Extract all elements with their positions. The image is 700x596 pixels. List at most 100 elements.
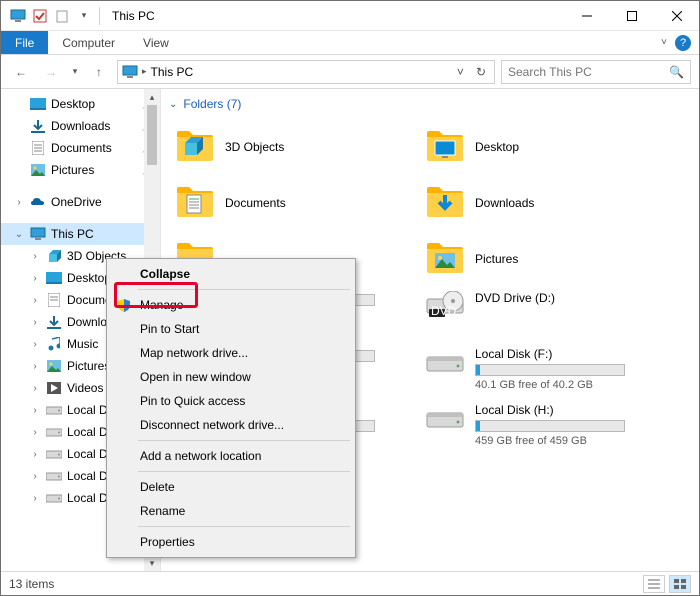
nav-onedrive[interactable]: › OneDrive: [1, 191, 160, 213]
help-icon[interactable]: ?: [675, 35, 691, 51]
menu-item[interactable]: Manage: [110, 293, 352, 317]
item-icon: [45, 249, 63, 263]
chevron-down-icon[interactable]: ⌄: [13, 229, 25, 240]
address-bar: ← → ▾ ↑ ▸ This PC ˅ ↻ 🔍: [1, 55, 699, 89]
drive-usage-bar: [475, 364, 625, 376]
onedrive-icon: [29, 197, 47, 208]
menu-item[interactable]: Pin to Start: [110, 317, 352, 341]
chevron-right-icon[interactable]: ›: [29, 449, 41, 460]
menu-item[interactable]: Collapse: [110, 262, 352, 286]
menu-item[interactable]: Properties: [110, 530, 352, 554]
minimize-button[interactable]: [564, 1, 609, 31]
pictures-icon: [29, 164, 47, 176]
chevron-right-icon[interactable]: ›: [29, 471, 41, 482]
scroll-thumb[interactable]: [147, 105, 157, 165]
close-button[interactable]: [654, 1, 699, 31]
folder-tile[interactable]: 3D Objects: [169, 119, 419, 175]
folder-tile[interactable]: Documents: [169, 175, 419, 231]
chevron-right-icon[interactable]: ›: [29, 295, 41, 306]
folder-tile[interactable]: Pictures: [419, 231, 669, 287]
desktop-icon: [29, 98, 47, 110]
folder-icon: [425, 183, 465, 223]
qat-newfolder-icon[interactable]: [53, 7, 71, 25]
nav-quick-desktop[interactable]: Desktop📌: [1, 93, 160, 115]
menu-item[interactable]: Pin to Quick access: [110, 389, 352, 413]
item-icon: [45, 471, 63, 481]
folder-icon: [175, 127, 215, 167]
nav-quick-downloads[interactable]: Downloads📌: [1, 115, 160, 137]
pc-icon: [122, 65, 138, 79]
forward-button[interactable]: →: [39, 60, 63, 84]
downloads-icon: [29, 119, 47, 133]
item-icon: [45, 493, 63, 503]
menu-item[interactable]: Open in new window: [110, 365, 352, 389]
drive-tile[interactable]: Local Disk (H:)459 GB free of 459 GB: [419, 399, 669, 455]
pc-icon: [29, 227, 47, 241]
chevron-right-icon[interactable]: ›: [29, 317, 41, 328]
refresh-button[interactable]: ↻: [472, 65, 490, 79]
menu-separator: [138, 289, 350, 290]
drive-tile[interactable]: Local Disk (F:)40.1 GB free of 40.2 GB: [419, 343, 669, 399]
shield-icon: [116, 297, 132, 313]
item-icon: [45, 293, 63, 307]
chevron-right-icon[interactable]: ›: [29, 273, 41, 284]
nav-quick-documents[interactable]: Documents📌: [1, 137, 160, 159]
status-bar: 13 items: [1, 571, 699, 595]
chevron-right-icon[interactable]: ›: [29, 405, 41, 416]
ribbon: File Computer View ˅ ?: [1, 31, 699, 55]
chevron-right-icon[interactable]: ›: [29, 383, 41, 394]
item-icon: [45, 337, 63, 351]
qat-dropdown-icon[interactable]: ▾: [75, 7, 93, 25]
search-box[interactable]: 🔍: [501, 60, 691, 84]
recent-dropdown-icon[interactable]: ▾: [69, 60, 81, 84]
menu-item[interactable]: Delete: [110, 475, 352, 499]
chevron-down-icon: ⌄: [169, 99, 177, 110]
folder-tile[interactable]: Downloads: [419, 175, 669, 231]
folders-group-header[interactable]: ⌄ Folders (7): [169, 97, 699, 111]
menu-item[interactable]: Add a network location: [110, 444, 352, 468]
drive-tile[interactable]: DVDDVD Drive (D:): [419, 287, 669, 343]
view-details-button[interactable]: [643, 575, 665, 593]
drive-icon: DVD: [425, 291, 465, 321]
menu-separator: [138, 440, 350, 441]
file-tab[interactable]: File: [1, 31, 48, 54]
title-bar: ▾ This PC: [1, 1, 699, 31]
nav-thispc[interactable]: ⌄ This PC: [1, 223, 160, 245]
drive-icon: [425, 347, 465, 377]
item-icon: [45, 272, 63, 284]
menu-separator: [138, 471, 350, 472]
pc-icon: [9, 7, 27, 25]
drive-icon: [425, 403, 465, 433]
folder-icon: [425, 127, 465, 167]
tab-computer[interactable]: Computer: [48, 31, 129, 54]
maximize-button[interactable]: [609, 1, 654, 31]
menu-item[interactable]: Rename: [110, 499, 352, 523]
chevron-right-icon[interactable]: ›: [13, 197, 25, 208]
chevron-right-icon[interactable]: ›: [29, 339, 41, 350]
menu-item[interactable]: Disconnect network drive...: [110, 413, 352, 437]
qat-properties-icon[interactable]: [31, 7, 49, 25]
up-button[interactable]: ↑: [87, 60, 111, 84]
search-input[interactable]: [508, 65, 684, 79]
item-icon: [45, 382, 63, 394]
folder-tile[interactable]: Desktop: [419, 119, 669, 175]
chevron-right-icon[interactable]: ›: [29, 251, 41, 262]
tab-view[interactable]: View: [129, 31, 183, 54]
ribbon-expand-icon[interactable]: ˅: [661, 37, 667, 48]
scroll-up-icon[interactable]: ▴: [144, 89, 160, 105]
item-count: 13 items: [9, 577, 54, 591]
window-title: This PC: [106, 9, 155, 23]
context-menu: Collapse ManagePin to StartMap network dr…: [106, 258, 356, 558]
address-dropdown-icon[interactable]: ˅: [453, 65, 468, 79]
documents-icon: [29, 141, 47, 155]
view-tiles-button[interactable]: [669, 575, 691, 593]
menu-item[interactable]: Map network drive...: [110, 341, 352, 365]
chevron-right-icon[interactable]: ›: [29, 493, 41, 504]
nav-quick-pictures[interactable]: Pictures📌: [1, 159, 160, 181]
address-box[interactable]: ▸ This PC ˅ ↻: [117, 60, 495, 84]
item-icon: [45, 360, 63, 372]
chevron-right-icon[interactable]: ›: [29, 427, 41, 438]
chevron-right-icon[interactable]: ›: [29, 361, 41, 372]
svg-text:DVD: DVD: [431, 304, 457, 318]
back-button[interactable]: ←: [9, 60, 33, 84]
